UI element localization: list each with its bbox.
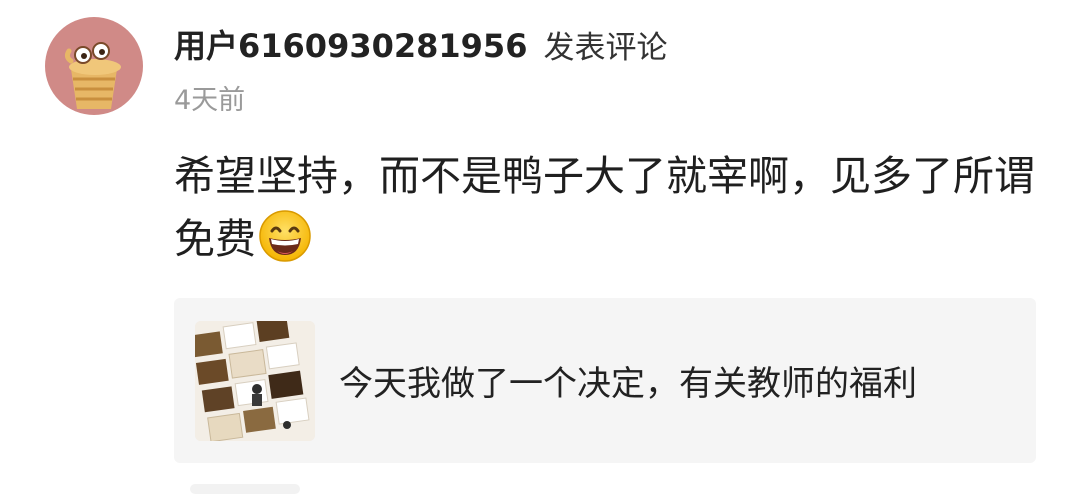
user-avatar[interactable]	[45, 17, 143, 115]
linked-article-card[interactable]: 今天我做了一个决定，有关教师的福利	[174, 298, 1036, 463]
next-item-edge	[190, 484, 300, 494]
grinning-face-icon	[258, 209, 312, 263]
article-thumbnail	[195, 320, 315, 441]
user-name-link[interactable]: 用户6160930281956	[174, 21, 527, 67]
action-label: 发表评论	[543, 29, 668, 66]
timestamp: 4天前	[174, 85, 246, 116]
comment-header: 用户6160930281956 发表评论	[174, 22, 667, 66]
article-title: 今天我做了一个决定，有关教师的福利	[339, 364, 917, 404]
comment-body: 希望坚持，而不是鸭子大了就宰啊，见多了所谓免费	[174, 145, 1044, 271]
